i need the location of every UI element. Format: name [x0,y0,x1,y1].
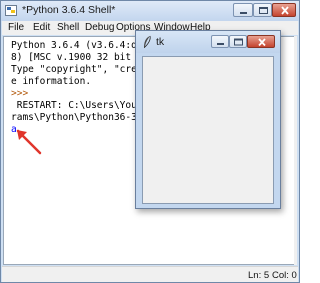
status-line-number: Ln: 5 [248,270,270,281]
code-line: Type "copyright", "credi [11,64,149,75]
tk-window: tk [135,30,281,209]
menu-file[interactable]: File [8,22,24,33]
tk-feather-icon [144,35,151,48]
maximize-icon [234,38,243,46]
code-line: 8) [MSC v.1900 32 bit (I [11,52,149,63]
code-line: e information. [11,76,92,87]
maximize-button[interactable] [253,3,272,17]
red-arrow-icon [16,129,42,155]
close-icon [258,38,266,47]
maximize-icon [259,7,268,14]
minimize-icon [240,12,247,14]
restart-line: rams\Python\Python36-32\ [11,112,149,123]
tk-titlebar[interactable]: tk [136,31,280,53]
tk-maximize-button[interactable] [229,35,247,48]
tk-close-button[interactable] [247,35,275,48]
tk-title: tk [156,36,165,48]
code-line: Python 3.6.4 (v3.6.4:d48 [11,40,149,51]
close-button[interactable] [272,3,296,17]
tk-client-area [142,56,274,204]
python-idle-icon [5,5,17,16]
shell-title: *Python 3.6.4 Shell* [22,4,116,16]
prompt-line: >>> [11,88,34,99]
restart-line: RESTART: C:\Users\Youne [11,100,149,111]
vertical-scrollbar[interactable] [294,36,297,265]
close-icon [281,6,289,15]
status-bar: Ln: 5 Col: 0 [2,266,298,282]
menu-edit[interactable]: Edit [33,22,50,33]
menu-shell[interactable]: Shell [57,22,79,33]
minimize-icon [217,43,224,45]
minimize-button[interactable] [233,3,253,17]
shell-titlebar[interactable]: *Python 3.6.4 Shell* [1,1,299,21]
status-column-number: Col: 0 [272,270,297,281]
tk-minimize-button[interactable] [211,35,229,48]
menu-debug[interactable]: Debug [85,22,114,33]
